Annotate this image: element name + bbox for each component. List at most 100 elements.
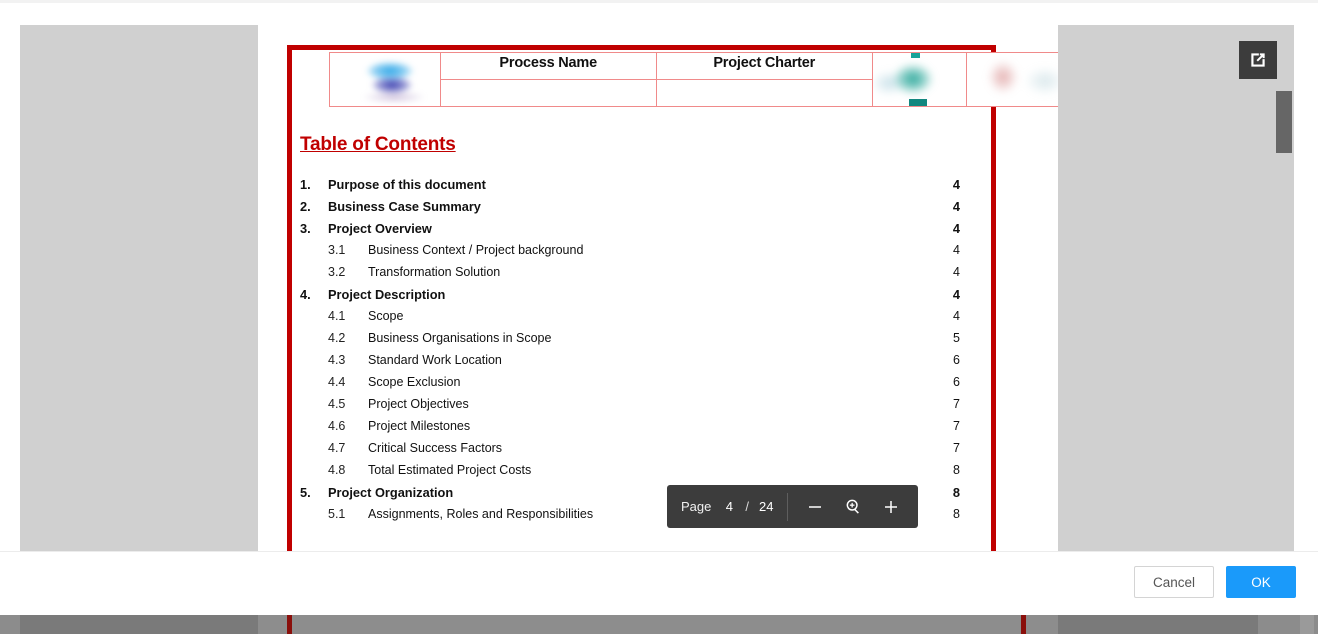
dialog-footer: Cancel OK (0, 551, 1318, 615)
toc-entry-number: 4.6 (328, 419, 346, 433)
current-page-value[interactable]: 4 (723, 499, 735, 514)
header-decorative-image-right (966, 53, 1058, 107)
toc-entry-number: 3. (300, 221, 311, 236)
toc-entry-number: 4.5 (328, 397, 346, 411)
toc-entry[interactable]: 1. Purpose of this document 4 (300, 177, 960, 199)
external-link-icon (1251, 53, 1265, 67)
toc-entry-title: Project Milestones (368, 419, 471, 433)
toc-entry-number: 4.8 (328, 463, 346, 477)
toc-entry-title: Standard Work Location (368, 353, 502, 367)
toc-entry-title: Business Case Summary (328, 199, 481, 214)
header-process-name-label: Process Name (499, 55, 597, 71)
toc-entry[interactable]: 3.1 Business Context / Project background… (300, 243, 960, 265)
page-indicator-group: Page 4 / 24 (667, 499, 787, 514)
toc-entry-page: 6 (953, 353, 960, 367)
header-decorative-image-left (872, 53, 967, 107)
toc-entry[interactable]: 4.8 Total Estimated Project Costs 8 (300, 463, 960, 485)
magnifier-plus-icon (846, 499, 859, 514)
decorative-mark-top-icon (910, 53, 920, 58)
pdf-viewer-canvas[interactable]: Process Name Project Charter Table of Co… (20, 25, 1294, 551)
toc-entry-number: 5.1 (328, 507, 346, 521)
toc-entry-title: Project Description (328, 287, 446, 302)
toc-entry-title: Business Context / Project background (368, 243, 584, 257)
toc-entry-page: 4 (952, 221, 960, 236)
toc-entry[interactable]: 4.3 Standard Work Location 6 (300, 353, 960, 375)
toc-entry-page: 7 (953, 419, 960, 433)
page-label: Page (681, 499, 712, 514)
ok-button[interactable]: OK (1226, 566, 1296, 598)
toc-entry-number: 3.2 (328, 265, 346, 279)
header-cell-divider (440, 79, 656, 80)
header-process-name-cell: Process Name (440, 53, 657, 107)
header-project-charter-cell: Project Charter (656, 53, 873, 107)
company-logo-icon (344, 55, 440, 103)
total-pages-value: 24 (759, 499, 774, 514)
minus-icon (809, 505, 822, 508)
background-doc-border-right (1021, 612, 1026, 634)
toc-entry-number: 4.7 (328, 441, 346, 455)
toc-entry-page: 5 (953, 331, 960, 345)
toc-entry-page: 4 (953, 243, 960, 257)
decorative-mark-bottom-icon (908, 99, 927, 106)
toc-entry-number: 3.1 (328, 243, 346, 257)
toc-entry[interactable]: 2. Business Case Summary 4 (300, 199, 960, 221)
header-cell-divider (656, 79, 872, 80)
toc-entry-title: Critical Success Factors (368, 441, 503, 455)
toc-entry-number: 2. (300, 199, 311, 214)
toc-entry[interactable]: 3.2 Transformation Solution 4 (300, 265, 960, 287)
toc-entry-page: 4 (953, 309, 960, 323)
decorative-image-b-icon (966, 53, 1058, 105)
toc-entry-number: 4.1 (328, 309, 346, 323)
zoom-out-button[interactable] (798, 490, 832, 524)
toc-entry-number: 4.2 (328, 331, 346, 345)
cancel-button[interactable]: Cancel (1133, 566, 1214, 598)
document-preview-dialog: Process Name Project Charter Table of Co… (0, 0, 1318, 615)
pdf-viewer-body: Process Name Project Charter Table of Co… (0, 3, 1318, 551)
toc-entry[interactable]: 3. Project Overview 4 (300, 221, 960, 243)
toc-entry-page: 7 (953, 397, 960, 411)
header-project-charter-label: Project Charter (713, 55, 816, 71)
toc-entry-page: 4 (952, 177, 960, 192)
toc-entry[interactable]: 4.6 Project Milestones 7 (300, 419, 960, 441)
toc-entry-page: 8 (953, 463, 960, 477)
decorative-image-a-icon (872, 53, 966, 105)
zoom-controls-group (788, 490, 918, 524)
header-logo-cell (329, 53, 441, 107)
background-document-strip (258, 612, 1058, 634)
viewer-scrollbar-thumb[interactable] (1276, 91, 1292, 153)
toc-entry-title: Business Organisations in Scope (368, 331, 552, 345)
viewer-scrollbar-track[interactable] (1276, 25, 1292, 551)
pdf-page-zoom-toolbar: Page 4 / 24 (667, 485, 919, 528)
background-doc-border-left (287, 612, 292, 634)
toc-entry-number: 4.3 (328, 353, 346, 367)
plus-icon (885, 500, 898, 513)
toc-entry-page: 4 (952, 199, 960, 214)
dialog-actions: Cancel OK (1133, 566, 1296, 598)
toc-entry-page: 6 (953, 375, 960, 389)
toc-entry[interactable]: 4.5 Project Objectives 7 (300, 397, 960, 419)
toc-entry[interactable]: 4.1 Scope 4 (300, 309, 960, 331)
zoom-in-button[interactable] (874, 490, 908, 524)
screen-root: Process Name Project Charter Table of Co… (0, 0, 1318, 634)
toc-entry-page: 7 (953, 441, 960, 455)
toc-entry-title: Purpose of this document (328, 177, 486, 192)
toc-entry-title: Project Objectives (368, 397, 469, 411)
toc-entry-number: 5. (300, 485, 311, 500)
toc-entry-title: Project Overview (328, 221, 432, 236)
toc-entry-number: 4.4 (328, 375, 346, 389)
toc-entry-title: Total Estimated Project Costs (368, 463, 532, 477)
toc-entry-page: 8 (952, 485, 960, 500)
document-header-table: Process Name Project Charter (329, 52, 1058, 107)
toc-entry[interactable]: 4.7 Critical Success Factors 7 (300, 441, 960, 463)
toc-entry-title: Scope (368, 309, 404, 323)
toc-entry[interactable]: 4. Project Description 4 (300, 287, 960, 309)
zoom-level-button[interactable] (836, 490, 870, 524)
background-scrollbar (1300, 612, 1314, 634)
table-of-contents-title: Table of Contents (300, 134, 456, 155)
document-page: Process Name Project Charter Table of Co… (258, 25, 1058, 551)
toc-entry[interactable]: 4.2 Business Organisations in Scope 5 (300, 331, 960, 353)
toc-entry[interactable]: 4.4 Scope Exclusion 6 (300, 375, 960, 397)
open-in-new-window-button[interactable] (1239, 41, 1277, 79)
page-separator: / (745, 499, 749, 514)
toc-entry-page: 4 (953, 265, 960, 279)
